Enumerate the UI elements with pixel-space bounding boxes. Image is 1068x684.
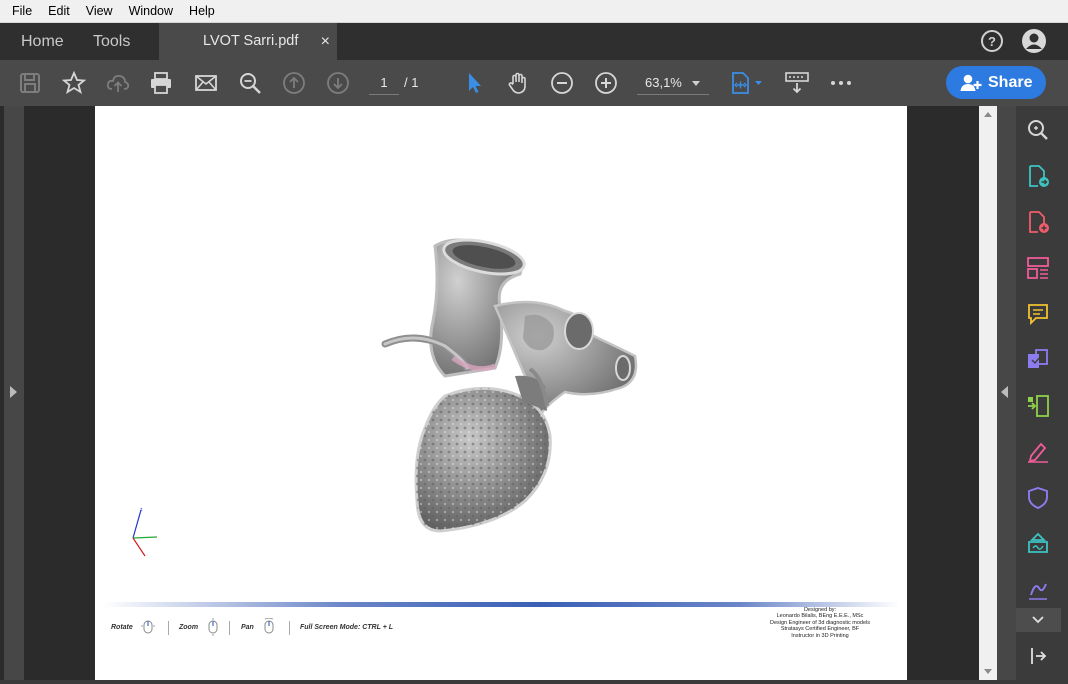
heart-model-image[interactable] [95, 106, 907, 586]
separator [168, 621, 169, 635]
tools-pane [1016, 106, 1061, 680]
menu-help[interactable]: Help [181, 4, 223, 18]
fill-sign-icon[interactable] [1026, 440, 1050, 464]
rotate-label: Rotate [111, 624, 133, 631]
chevron-down-icon [692, 81, 700, 86]
organize-pages-icon[interactable] [1026, 256, 1050, 280]
pan-label: Pan [241, 624, 254, 631]
export-pdf-icon[interactable] [1026, 164, 1050, 188]
zoom-level-select[interactable]: 63,1% [637, 71, 709, 95]
separator [229, 621, 230, 635]
pdf-page[interactable]: z Rotate Zoom Pan Full Screen Mode: CTRL… [95, 106, 907, 680]
zoom-in-icon[interactable] [594, 71, 618, 95]
share-label: Share [988, 74, 1033, 91]
toolbar: 1 / 1 63,1% Share [0, 60, 1068, 106]
print-icon[interactable] [149, 71, 173, 95]
tab-bar: Home Tools LVOT Sarri.pdf × ? [0, 23, 1068, 60]
zoom-out-icon[interactable] [550, 71, 574, 95]
account-icon[interactable] [1021, 28, 1047, 54]
help-icon[interactable]: ? [979, 28, 1005, 54]
prev-page-icon[interactable] [282, 71, 306, 95]
send-signature-icon[interactable] [1026, 532, 1050, 556]
select-cursor-icon[interactable] [462, 71, 486, 95]
scroll-up-icon[interactable] [984, 112, 992, 117]
next-page-icon[interactable] [326, 71, 350, 95]
tab-document[interactable]: LVOT Sarri.pdf × [159, 23, 337, 60]
designer-credits: Designed by: Leonardo Bilalis, BEng E.E.… [735, 607, 905, 639]
add-person-icon [960, 74, 982, 91]
email-icon[interactable] [194, 71, 218, 95]
zoom-level-value: 63,1% [645, 75, 682, 90]
bookmark-star-icon[interactable] [62, 71, 86, 95]
expand-panel-icon[interactable] [1026, 644, 1050, 668]
menu-bar: File Edit View Window Help [0, 0, 1068, 23]
separator [289, 621, 290, 635]
axis-triad-icon: z [132, 507, 158, 557]
fit-page-icon[interactable] [729, 71, 765, 95]
close-tab-button[interactable]: × [321, 23, 330, 60]
protect-icon[interactable] [1026, 486, 1050, 510]
vertical-scrollbar[interactable] [979, 106, 997, 680]
cloud-upload-icon[interactable] [106, 71, 130, 95]
menu-window[interactable]: Window [121, 4, 181, 18]
combine-files-icon[interactable] [1026, 348, 1050, 372]
tab-tools[interactable]: Tools [93, 23, 130, 60]
hand-pan-icon[interactable] [506, 71, 530, 95]
mouse-rotate-icon [141, 620, 155, 634]
svg-text:z: z [140, 507, 143, 513]
tab-home[interactable]: Home [21, 23, 64, 60]
fullscreen-label: Full Screen Mode: CTRL + L [300, 624, 394, 631]
menu-edit[interactable]: Edit [40, 4, 78, 18]
scroll-down-icon[interactable] [984, 669, 992, 674]
request-sign-icon[interactable] [1026, 578, 1050, 602]
document-tab-title: LVOT Sarri.pdf [203, 33, 299, 49]
more-icon[interactable] [829, 71, 853, 95]
expand-left-icon[interactable] [10, 386, 17, 398]
tools-collapse-button[interactable] [1016, 608, 1061, 632]
page-number-input[interactable]: 1 [369, 71, 399, 95]
collapse-right-icon[interactable] [1001, 386, 1008, 398]
comment-icon[interactable] [1026, 302, 1050, 326]
mouse-zoom-icon [208, 618, 218, 636]
credits-line: Instructor in 3D Printing [791, 632, 849, 639]
save-icon[interactable] [18, 71, 42, 95]
share-button[interactable]: Share [946, 66, 1046, 99]
compress-icon[interactable] [1026, 394, 1050, 418]
zoom-label: Zoom [179, 624, 199, 631]
menu-view[interactable]: View [78, 4, 121, 18]
page-total: / 1 [404, 75, 419, 90]
find-icon[interactable] [238, 71, 262, 95]
zoom-pane-icon[interactable] [1026, 118, 1050, 142]
menu-file[interactable]: File [4, 4, 40, 18]
create-pdf-icon[interactable] [1026, 210, 1050, 234]
svg-text:?: ? [988, 34, 996, 49]
chevron-down-icon [1032, 616, 1044, 624]
mouse-pan-icon [264, 618, 274, 634]
scroll-mode-icon[interactable] [785, 71, 809, 95]
